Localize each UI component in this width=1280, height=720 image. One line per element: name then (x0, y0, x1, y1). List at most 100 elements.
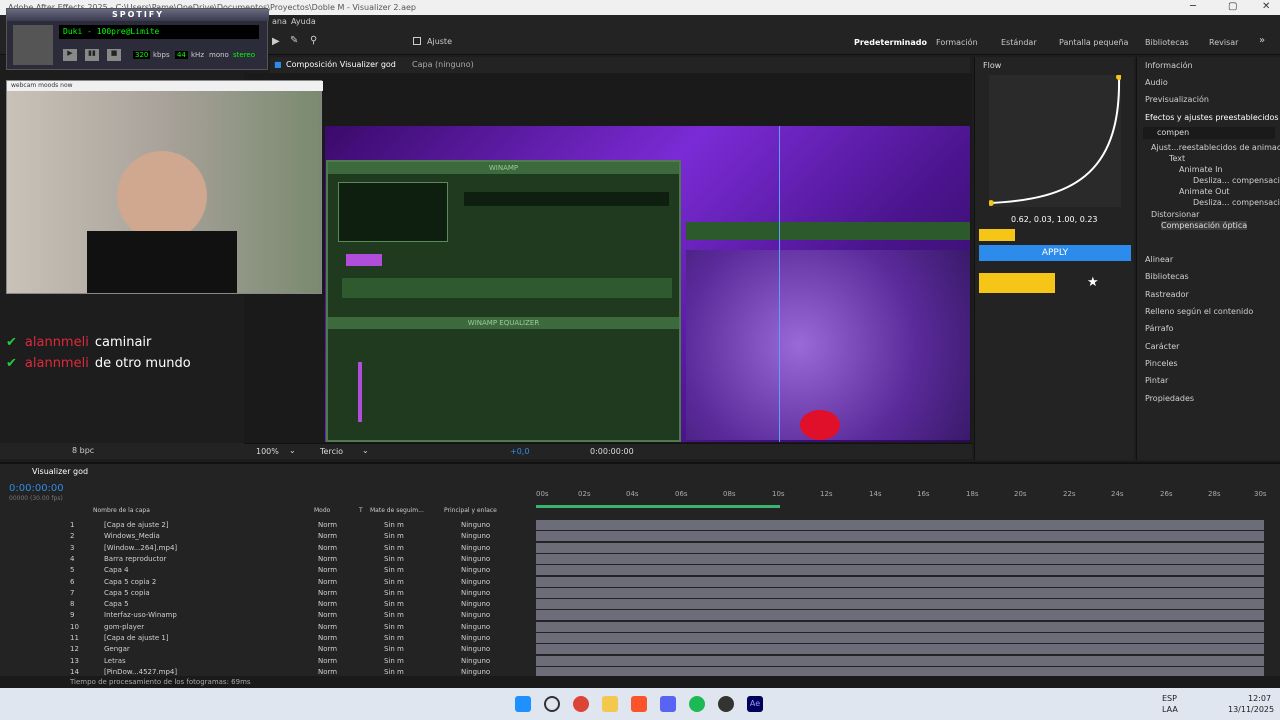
layer-matte[interactable]: Sin m (384, 555, 404, 563)
layer-parent[interactable]: Ninguno (461, 600, 490, 608)
layer-mode[interactable]: Norm (318, 544, 337, 552)
layer-duration-bar[interactable] (536, 553, 1264, 564)
panel-libraries[interactable]: Bibliotecas (1145, 272, 1189, 281)
exposure-value[interactable]: +0,0 (510, 447, 529, 456)
layer-parent[interactable]: Ninguno (461, 589, 490, 597)
layer-duration-bar[interactable] (536, 621, 1264, 632)
layer-name[interactable]: Capa 4 (104, 566, 129, 574)
layer-name[interactable]: Barra reproductor (104, 555, 166, 563)
layer-mode[interactable]: Norm (318, 600, 337, 608)
layer-duration-bar[interactable] (536, 655, 1264, 666)
workspace-pantalla-pequena[interactable]: Pantalla pequeña (1059, 38, 1128, 47)
pen-tool-icon[interactable]: ✎ (290, 35, 298, 46)
panel-audio[interactable]: Audio (1145, 78, 1168, 87)
chevron-down-icon[interactable]: ⌄ (362, 446, 369, 455)
layer-parent[interactable]: Ninguno (461, 668, 490, 676)
layer-name[interactable]: [Capa de ajuste 2] (104, 521, 169, 529)
layer-matte[interactable]: Sin m (384, 657, 404, 665)
menu-item-help[interactable]: Ayuda (291, 17, 316, 26)
table-row[interactable]: 8 Capa 5 Norm Sin m Ninguno (0, 599, 530, 610)
layer-matte[interactable]: Sin m (384, 544, 404, 552)
layer-name[interactable]: Interfaz-uso-Winamp (104, 611, 177, 619)
zoom-select[interactable]: 100% (256, 447, 279, 456)
layer-matte[interactable]: Sin m (384, 645, 404, 653)
discord-icon[interactable] (660, 696, 676, 712)
panel-properties[interactable]: Propiedades (1145, 394, 1194, 403)
layer-parent[interactable]: Ninguno (461, 578, 490, 586)
layer-name[interactable]: Capa 5 copia 2 (104, 578, 156, 586)
layer-matte[interactable]: Sin m (384, 589, 404, 597)
brave-icon[interactable] (631, 696, 647, 712)
layer-mode[interactable]: Norm (318, 555, 337, 563)
layer-name[interactable]: Capa 5 (104, 600, 129, 608)
workspace-bibliotecas[interactable]: Bibliotecas (1145, 38, 1189, 47)
chrome-icon[interactable] (573, 696, 589, 712)
current-time[interactable]: 0:00:00:00 (9, 483, 64, 494)
layer-matte[interactable]: Sin m (384, 578, 404, 586)
layer-mode[interactable]: Norm (318, 623, 337, 631)
close-icon[interactable]: ✕ (1262, 1, 1270, 12)
workspace-revisar[interactable]: Revisar (1209, 38, 1238, 47)
tree-item[interactable]: Ajust...reestablecidos de animación (1151, 143, 1280, 152)
layer-mode[interactable]: Norm (318, 589, 337, 597)
panel-tracker[interactable]: Rastreador (1145, 290, 1189, 299)
chevron-right-icon[interactable]: » (1259, 35, 1265, 46)
input-language[interactable]: ESP (1162, 694, 1177, 703)
layer-matte[interactable]: Sin m (384, 634, 404, 642)
bezier-values[interactable]: 0.62, 0.03, 1.00, 0.23 (1011, 215, 1098, 224)
windows-start-icon[interactable] (515, 696, 531, 712)
layer-duration-bar[interactable] (536, 610, 1264, 621)
spotify-icon[interactable] (689, 696, 705, 712)
panel-character[interactable]: Carácter (1145, 342, 1179, 351)
layer-name[interactable]: [Capa de ajuste 1] (104, 634, 169, 642)
layer-parent[interactable]: Ninguno (461, 532, 490, 540)
layer-duration-bar[interactable] (536, 599, 1264, 610)
table-row[interactable]: 4 Barra reproductor Norm Sin m Ninguno (0, 554, 530, 565)
layer-mode[interactable]: Norm (318, 645, 337, 653)
layer-parent[interactable]: Ninguno (461, 521, 490, 529)
minimize-icon[interactable]: ─ (1190, 1, 1196, 12)
menu-item-window[interactable]: ana (272, 17, 287, 26)
panel-paragraph[interactable]: Párrafo (1145, 324, 1173, 333)
apply-button[interactable]: APPLY (979, 245, 1131, 261)
panel-paint[interactable]: Pintar (1145, 376, 1168, 385)
layer-matte[interactable]: Sin m (384, 521, 404, 529)
layer-name[interactable]: Letras (104, 657, 126, 665)
explorer-icon[interactable] (602, 696, 618, 712)
work-area-bar[interactable] (536, 505, 780, 508)
layer-name[interactable]: Windows_Media (104, 532, 160, 540)
workspace-estandar[interactable]: Estándar (1001, 38, 1037, 47)
layer-parent[interactable]: Ninguno (461, 544, 490, 552)
pin-tool-icon[interactable]: ⚲ (310, 35, 317, 46)
layer-name[interactable]: [PinDow...4527.mp4] (104, 668, 177, 676)
layer-parent[interactable]: Ninguno (461, 634, 490, 642)
layer-mode[interactable]: Norm (318, 578, 337, 586)
table-row[interactable]: 2 Windows_Media Norm Sin m Ninguno (0, 531, 530, 542)
maximize-icon[interactable]: ▢ (1228, 1, 1237, 12)
panel-preview[interactable]: Previsualización (1145, 95, 1209, 104)
layer-duration-bar[interactable] (536, 576, 1264, 587)
table-row[interactable]: 9 Interfaz-uso-Winamp Norm Sin m Ninguno (0, 610, 530, 621)
layer-duration-bar[interactable] (536, 531, 1264, 542)
table-row[interactable]: 5 Capa 4 Norm Sin m Ninguno (0, 565, 530, 576)
layer-mode[interactable]: Norm (318, 634, 337, 642)
layer-duration-bar[interactable] (536, 520, 1264, 530)
layer-mode[interactable]: Norm (318, 566, 337, 574)
table-row[interactable]: 11 [Capa de ajuste 1] Norm Sin m Ninguno (0, 633, 530, 644)
layer-matte[interactable]: Sin m (384, 532, 404, 540)
layer-name[interactable]: gom-player (104, 623, 144, 631)
play-icon[interactable]: ▶ (63, 49, 77, 61)
layer-matte[interactable]: Sin m (384, 566, 404, 574)
tree-item-selected[interactable]: Compensación óptica (1161, 221, 1248, 230)
table-row[interactable]: 13 Letras Norm Sin m Ninguno (0, 656, 530, 667)
stop-icon[interactable]: ■ (107, 49, 121, 61)
layer-matte[interactable]: Sin m (384, 600, 404, 608)
panel-align[interactable]: Alinear (1145, 255, 1173, 264)
table-row[interactable]: 3 [Window...264].mp4] Norm Sin m Ninguno (0, 543, 530, 554)
layer-duration-bar[interactable] (536, 633, 1264, 643)
layer-parent[interactable]: Ninguno (461, 657, 490, 665)
layer-parent[interactable]: Ninguno (461, 623, 490, 631)
obs-icon[interactable] (718, 696, 734, 712)
tree-item[interactable]: Desliza... compensación (1193, 176, 1280, 185)
table-row[interactable]: 10 gom-player Norm Sin m Ninguno (0, 622, 530, 633)
